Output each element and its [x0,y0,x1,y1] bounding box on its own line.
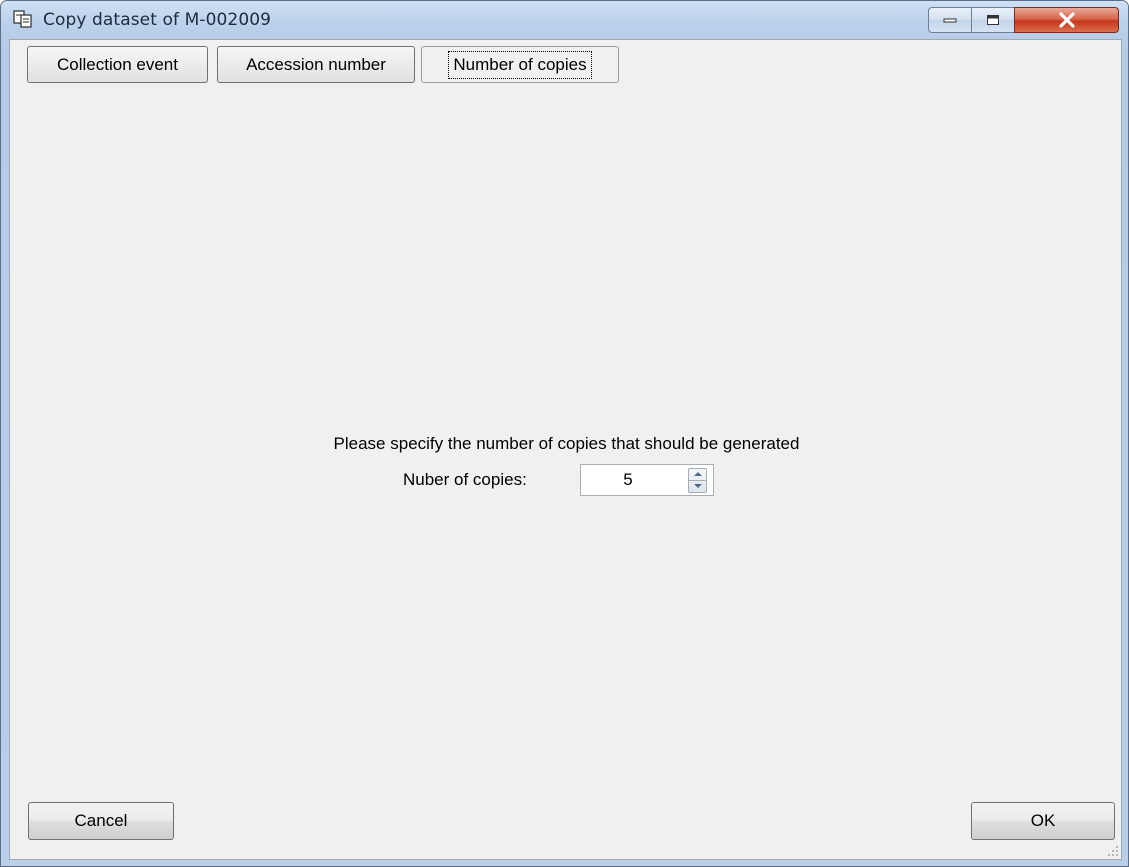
window-title: Copy dataset of M-002009 [43,10,272,30]
arrow-down-icon [693,484,702,489]
spin-buttons [688,468,707,493]
dialog-client: Collection event Accession number Number… [9,39,1122,860]
ok-button[interactable]: OK [971,802,1115,840]
resize-grip-icon[interactable] [1107,845,1119,857]
title-bar[interactable]: Copy dataset of M-002009 [1,1,1128,39]
tab-label: Accession number [246,54,386,74]
tab-accession-number[interactable]: Accession number [217,46,415,83]
decrement-button[interactable] [689,481,706,493]
close-button[interactable] [1014,7,1119,33]
minimize-button[interactable] [928,7,972,33]
minimize-icon [943,18,957,23]
ok-label: OK [1030,811,1056,830]
close-icon [1058,12,1075,28]
copy-icon [13,10,33,28]
copies-label: Nuber of copies: [403,470,527,489]
tab-number-of-copies[interactable]: Number of copies [421,46,619,83]
maximize-button[interactable] [971,7,1015,33]
dialog-window: Copy dataset of M-002009 Collection even… [0,0,1129,867]
instruction-text: Please specify the number of copies that… [333,434,800,453]
cancel-button[interactable]: Cancel [28,802,174,840]
maximize-icon [987,15,999,25]
copies-stepper[interactable]: 5 [580,464,714,496]
tab-label: Collection event [57,54,178,74]
tab-collection-event[interactable]: Collection event [27,46,208,83]
tab-label: Number of copies [448,50,592,79]
increment-button[interactable] [689,469,706,481]
arrow-up-icon [693,472,702,477]
copies-value[interactable]: 5 [581,470,675,490]
cancel-label: Cancel [74,811,128,830]
